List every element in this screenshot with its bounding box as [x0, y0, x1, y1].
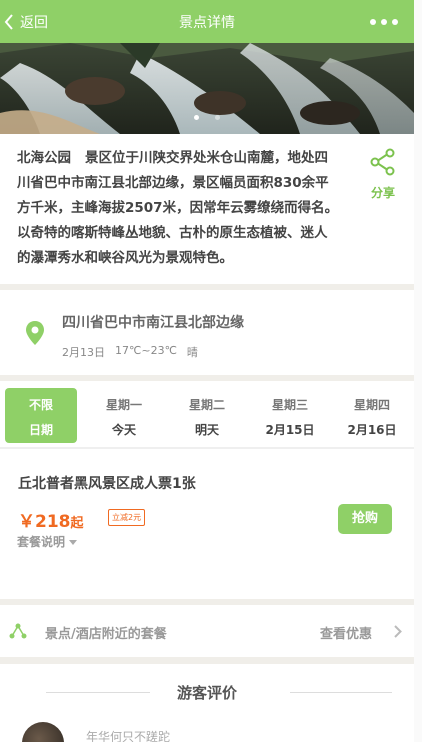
scenic-detail-page: 返回 景点详情 北海公园 景区位于川陕交界处米仓山南麓，地处四川省巴中市南江县北… — [0, 0, 414, 742]
view-offers-link[interactable]: 查看优惠 — [320, 623, 372, 642]
date-option-thursday[interactable]: 星期四 2月16日 — [338, 388, 406, 443]
back-button[interactable]: 返回 — [4, 0, 48, 43]
intro-description: 景区位于川陕交界处米仓山南麓，地处四川省巴中市南江县北部边缘，景区幅员面积830… — [17, 150, 339, 266]
share-button[interactable]: 分享 — [360, 148, 406, 201]
park-name: 北海公园 — [17, 150, 71, 166]
date-option-tuesday[interactable]: 星期二 明天 — [173, 388, 241, 443]
date-option-monday[interactable]: 星期一 今天 — [90, 388, 158, 443]
buy-button[interactable]: 抢购 — [338, 504, 392, 534]
share-icon — [370, 148, 395, 176]
location-pin-icon — [26, 321, 44, 345]
chevron-left-icon — [4, 13, 13, 30]
review-preview-text: 年华何只不蹉跎 — [86, 730, 171, 742]
share-network-icon — [9, 623, 27, 639]
date-option-label: 星期三 — [271, 398, 308, 412]
intro-text: 北海公园 景区位于川陕交界处米仓山南麓，地处四川省巴中市南江县北部边缘，景区幅员面… — [17, 146, 340, 271]
date-option-any[interactable]: 不限 日期 — [5, 388, 77, 443]
weather-temperature: 17℃~23℃ — [115, 344, 177, 357]
ticket-price-suffix: 起 — [70, 516, 84, 531]
intro-section: 北海公园 景区位于川陕交界处米仓山南麓，地处四川省巴中市南江县北部边缘，景区幅员面… — [0, 134, 414, 284]
location-section[interactable]: 四川省巴中市南江县北部边缘 2月13日 17℃~23℃ 晴 — [0, 290, 414, 375]
ticket-name: 丘北普者黑风景区成人票1张 — [18, 476, 196, 492]
page-edge — [414, 0, 422, 742]
nearby-packages-row[interactable]: 景点/酒店附近的套餐 查看优惠 — [0, 605, 414, 657]
date-option-label: 星期四 — [353, 398, 390, 412]
reviews-section: 游客评价 年华何只不蹉跎 — [0, 664, 414, 742]
hero-image-carousel[interactable] — [0, 43, 414, 134]
date-selector: 不限 日期 星期一 今天 星期二 明天 星期三 2月15日 星期四 2月16日 — [0, 381, 414, 447]
discount-badge: 立减2元 — [108, 509, 146, 526]
share-label: 分享 — [370, 186, 395, 200]
date-option-wednesday[interactable]: 星期三 2月15日 — [256, 388, 324, 443]
caret-down-icon — [69, 540, 78, 545]
date-option-sub: 日期 — [28, 423, 53, 437]
waterfall-photo — [0, 43, 414, 134]
ticket-price: ￥218起 — [18, 507, 84, 532]
date-option-sub: 今天 — [111, 423, 136, 437]
chevron-right-icon — [394, 625, 402, 638]
title-rule-right — [290, 692, 392, 693]
package-description-label: 套餐说明 — [17, 535, 66, 549]
date-option-sub: 2月16日 — [347, 423, 397, 437]
date-option-sub: 明天 — [194, 423, 219, 437]
date-option-sub: 2月15日 — [265, 423, 315, 437]
weather-condition: 晴 — [186, 346, 198, 359]
more-dots-icon[interactable] — [370, 0, 398, 43]
ticket-item: 丘北普者黑风景区成人票1张 ￥218起 立减2元 抢购 套餐说明 — [0, 449, 414, 599]
carousel-indicator — [0, 115, 414, 120]
ticket-price-value: ￥218 — [18, 512, 71, 532]
back-label: 返回 — [20, 14, 48, 31]
nearby-packages-label: 景点/酒店附近的套餐 — [45, 627, 167, 642]
weather-info: 2月13日 17℃~23℃ 晴 — [62, 344, 198, 360]
reviewer-avatar[interactable] — [22, 722, 64, 742]
date-option-label: 星期一 — [105, 398, 142, 412]
date-option-label: 不限 — [28, 398, 53, 412]
location-address: 四川省巴中市南江县北部边缘 — [62, 315, 244, 331]
top-bar: 返回 景点详情 — [0, 0, 414, 43]
section-divider — [0, 657, 414, 664]
weather-date: 2月13日 — [62, 346, 105, 359]
date-option-label: 星期二 — [188, 398, 225, 412]
package-description-toggle[interactable]: 套餐说明 — [17, 533, 78, 550]
page-title: 景点详情 — [179, 14, 235, 31]
